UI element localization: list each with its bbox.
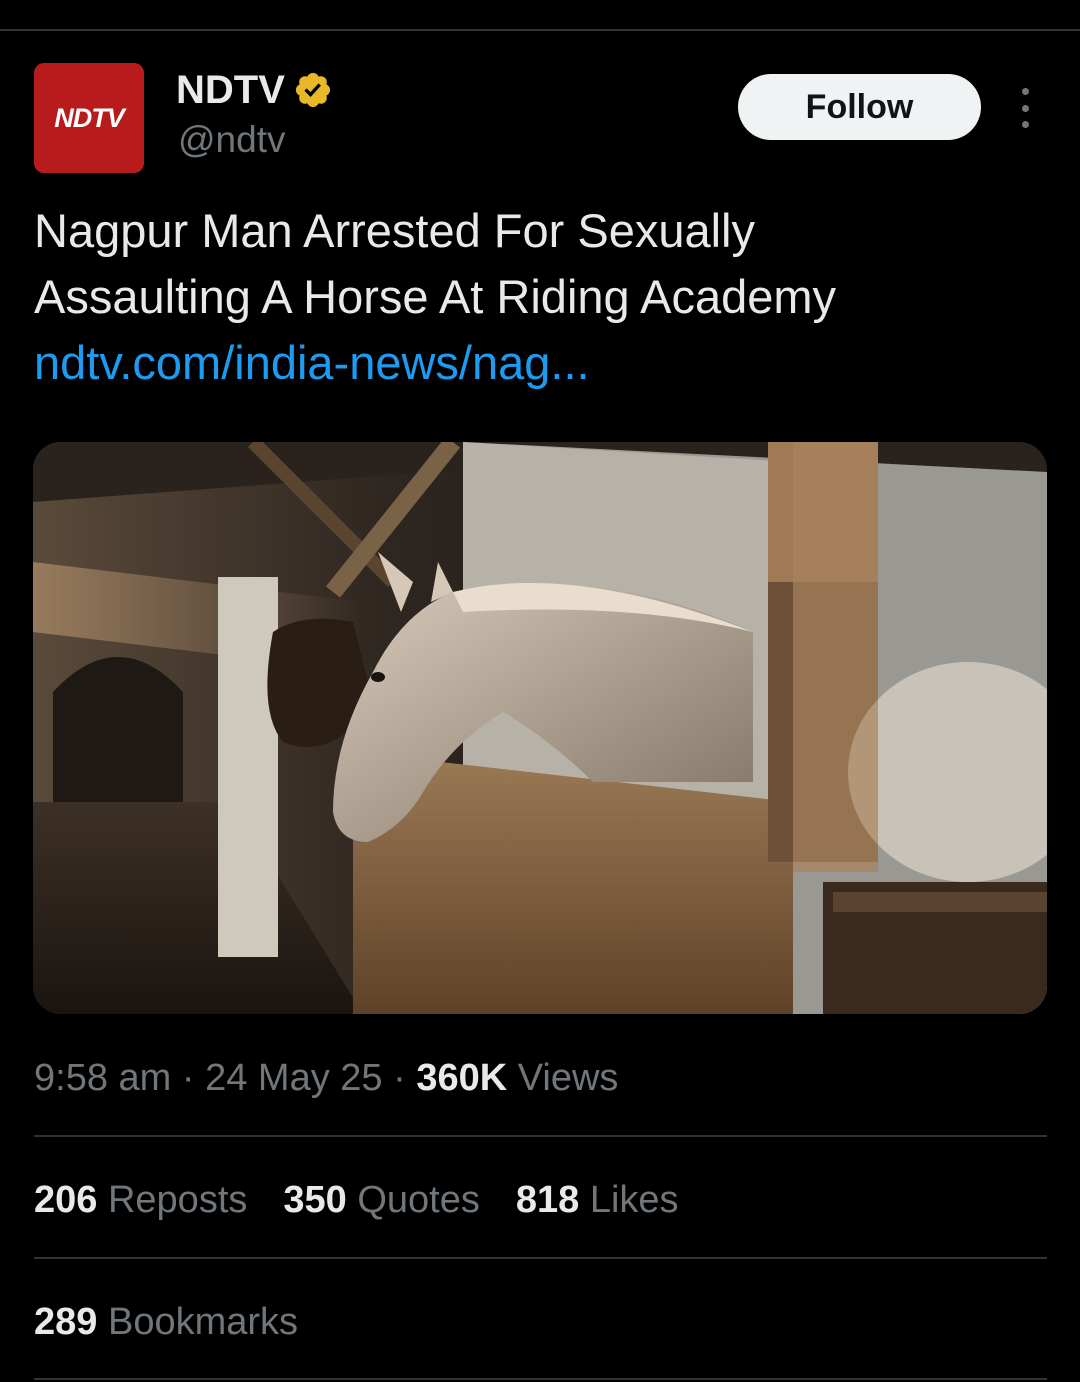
more-vertical-icon[interactable] bbox=[1010, 88, 1040, 128]
verified-badge-icon bbox=[295, 72, 330, 108]
tweet-text: Nagpur Man Arrested For Sexually Assault… bbox=[34, 198, 1044, 396]
stats-divider-top bbox=[34, 1135, 1047, 1137]
quotes-count: 350 bbox=[283, 1179, 347, 1221]
likes-count: 818 bbox=[515, 1179, 580, 1221]
stats-divider-middle bbox=[34, 1257, 1047, 1259]
reposts-label: Reposts bbox=[107, 1179, 248, 1221]
tweet-media-image[interactable] bbox=[33, 442, 1047, 1014]
stats-divider-bottom bbox=[34, 1378, 1047, 1380]
tweet-text-line: Nagpur Man Arrested For Sexually bbox=[34, 204, 755, 257]
author-name-row[interactable]: NDTV bbox=[176, 66, 333, 114]
views-count: 360K bbox=[416, 1057, 508, 1099]
likes-label: Likes bbox=[589, 1179, 679, 1221]
bookmarks-stat[interactable]: 289 Bookmarks bbox=[34, 1296, 298, 1348]
quotes-label: Quotes bbox=[357, 1179, 480, 1221]
views-label: Views bbox=[517, 1057, 619, 1099]
follow-button[interactable]: Follow bbox=[738, 74, 981, 140]
tweet-date[interactable]: 24 May 25 bbox=[205, 1057, 382, 1099]
horse-stable-photo bbox=[33, 442, 1047, 1014]
meta-separator: · bbox=[181, 1057, 195, 1099]
reposts-count: 206 bbox=[34, 1179, 98, 1221]
tweet-link[interactable]: ndtv.com/india-news/nag... bbox=[34, 330, 1044, 396]
quotes-stat[interactable]: 350 Quotes bbox=[283, 1174, 480, 1226]
likes-stat[interactable]: 818 Likes bbox=[516, 1174, 679, 1226]
tweet-detail-page: NDTV NDTV @ndtv Follow Nagpur Man Arrest… bbox=[0, 0, 1080, 1382]
more-dot bbox=[1021, 121, 1029, 128]
author-display-name[interactable]: NDTV bbox=[176, 66, 285, 114]
tweet-text-line: Assaulting A Horse At Riding Academy bbox=[34, 270, 837, 323]
more-dot bbox=[1021, 88, 1029, 95]
top-divider bbox=[0, 29, 1080, 31]
author-handle[interactable]: @ndtv bbox=[178, 118, 286, 162]
reposts-stat[interactable]: 206 Reposts bbox=[34, 1174, 247, 1226]
more-dot bbox=[1021, 104, 1029, 112]
avatar[interactable]: NDTV bbox=[34, 63, 144, 173]
meta-separator: · bbox=[393, 1057, 406, 1099]
bookmarks-label: Bookmarks bbox=[107, 1301, 299, 1343]
tweet-time[interactable]: 9:58 am bbox=[34, 1057, 171, 1099]
avatar-logo-text: NDTV bbox=[54, 102, 124, 133]
engagement-stats-row: 206 Reposts 350 Quotes 818 Likes bbox=[34, 1174, 679, 1226]
bookmarks-count: 289 bbox=[34, 1301, 98, 1343]
tweet-meta-row: 9:58 am · 24 May 25 · 360K Views bbox=[34, 1053, 618, 1103]
